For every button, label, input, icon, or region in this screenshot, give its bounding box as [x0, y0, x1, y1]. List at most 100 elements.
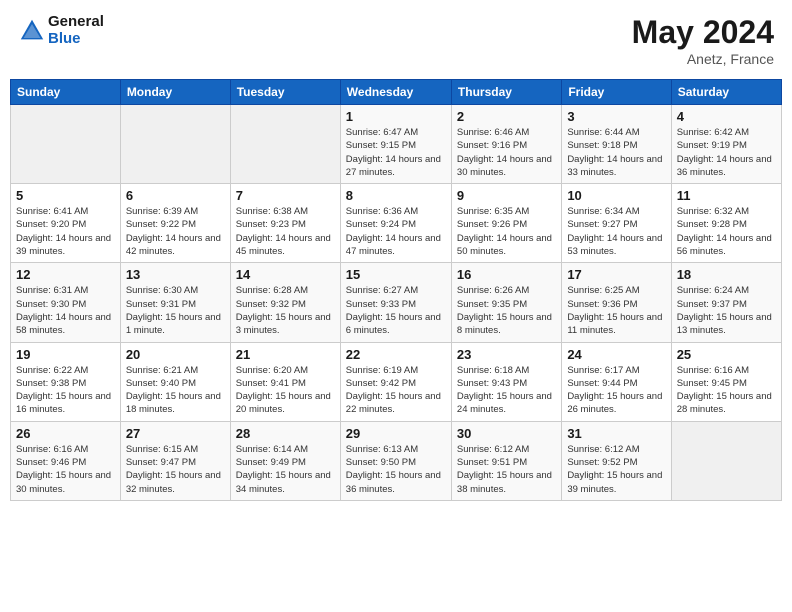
page-header: General Blue May 2024 Anetz, France [10, 10, 782, 71]
day-number: 29 [346, 426, 446, 441]
day-number: 3 [567, 109, 665, 124]
weekday-header-row: SundayMondayTuesdayWednesdayThursdayFrid… [11, 80, 782, 105]
day-info: Sunrise: 6:36 AMSunset: 9:24 PMDaylight:… [346, 205, 446, 258]
day-info: Sunrise: 6:17 AMSunset: 9:44 PMDaylight:… [567, 364, 665, 417]
day-number: 23 [457, 347, 556, 362]
day-info: Sunrise: 6:19 AMSunset: 9:42 PMDaylight:… [346, 364, 446, 417]
day-info: Sunrise: 6:12 AMSunset: 9:51 PMDaylight:… [457, 443, 556, 496]
day-number: 18 [677, 267, 776, 282]
calendar-cell: 17 Sunrise: 6:25 AMSunset: 9:36 PMDayligh… [562, 263, 671, 342]
day-info: Sunrise: 6:31 AMSunset: 9:30 PMDaylight:… [16, 284, 115, 337]
day-number: 20 [126, 347, 225, 362]
calendar-cell: 30Sunrise: 6:12 AMSunset: 9:51 PMDayligh… [451, 421, 561, 500]
day-number: 8 [346, 188, 446, 203]
day-number: 2 [457, 109, 556, 124]
day-info: Sunrise: 6:39 AMSunset: 9:22 PMDaylight:… [126, 205, 225, 258]
day-number: 19 [16, 347, 115, 362]
calendar-cell [120, 105, 230, 184]
logo-icon [18, 17, 46, 45]
calendar-cell: 9 Sunrise: 6:35 AMSunset: 9:26 PMDaylight… [451, 184, 561, 263]
day-info: Sunrise: 6:34 AMSunset: 9:27 PMDaylight:… [567, 205, 665, 258]
day-info: Sunrise: 6:27 AMSunset: 9:33 PMDaylight:… [346, 284, 446, 337]
weekday-header: Tuesday [230, 80, 340, 105]
calendar-cell: 2 Sunrise: 6:46 AMSunset: 9:16 PMDaylight… [451, 105, 561, 184]
calendar-cell: 25 Sunrise: 6:16 AMSunset: 9:45 PMDayligh… [671, 342, 781, 421]
day-info: Sunrise: 6:16 AMSunset: 9:46 PMDaylight:… [16, 443, 115, 496]
day-number: 21 [236, 347, 335, 362]
calendar-week-row: 5Sunrise: 6:41 AMSunset: 9:20 PMDaylight… [11, 184, 782, 263]
day-info: Sunrise: 6:32 AMSunset: 9:28 PMDaylight:… [677, 205, 776, 258]
day-number: 9 [457, 188, 556, 203]
day-number: 12 [16, 267, 115, 282]
day-number: 17 [567, 267, 665, 282]
calendar-week-row: 19 Sunrise: 6:22 AMSunset: 9:38 PMDayligh… [11, 342, 782, 421]
day-info: Sunrise: 6:38 AMSunset: 9:23 PMDaylight:… [236, 205, 335, 258]
day-number: 6 [126, 188, 225, 203]
day-number: 28 [236, 426, 335, 441]
calendar-cell: 26Sunrise: 6:16 AMSunset: 9:46 PMDayligh… [11, 421, 121, 500]
day-info: Sunrise: 6:14 AMSunset: 9:49 PMDaylight:… [236, 443, 335, 496]
day-number: 27 [126, 426, 225, 441]
day-info: Sunrise: 6:28 AMSunset: 9:32 PMDaylight:… [236, 284, 335, 337]
day-number: 22 [346, 347, 446, 362]
day-info: Sunrise: 6:16 AMSunset: 9:45 PMDaylight:… [677, 364, 776, 417]
day-info: Sunrise: 6:21 AMSunset: 9:40 PMDaylight:… [126, 364, 225, 417]
calendar-cell: 5Sunrise: 6:41 AMSunset: 9:20 PMDaylight… [11, 184, 121, 263]
calendar-cell [11, 105, 121, 184]
weekday-header: Friday [562, 80, 671, 105]
day-number: 31 [567, 426, 665, 441]
calendar-week-row: 1 Sunrise: 6:47 AMSunset: 9:15 PMDaylight… [11, 105, 782, 184]
day-number: 1 [346, 109, 446, 124]
day-number: 25 [677, 347, 776, 362]
calendar-cell: 14 Sunrise: 6:28 AMSunset: 9:32 PMDayligh… [230, 263, 340, 342]
day-info: Sunrise: 6:15 AMSunset: 9:47 PMDaylight:… [126, 443, 225, 496]
calendar-cell: 6 Sunrise: 6:39 AMSunset: 9:22 PMDaylight… [120, 184, 230, 263]
day-info: Sunrise: 6:47 AMSunset: 9:15 PMDaylight:… [346, 126, 446, 179]
day-info: Sunrise: 6:35 AMSunset: 9:26 PMDaylight:… [457, 205, 556, 258]
day-info: Sunrise: 6:30 AMSunset: 9:31 PMDaylight:… [126, 284, 225, 337]
calendar-cell: 20 Sunrise: 6:21 AMSunset: 9:40 PMDayligh… [120, 342, 230, 421]
weekday-header: Sunday [11, 80, 121, 105]
day-info: Sunrise: 6:13 AMSunset: 9:50 PMDaylight:… [346, 443, 446, 496]
day-number: 5 [16, 188, 115, 203]
calendar-cell: 24Sunrise: 6:17 AMSunset: 9:44 PMDayligh… [562, 342, 671, 421]
title-block: May 2024 Anetz, France [632, 14, 774, 67]
weekday-header: Wednesday [340, 80, 451, 105]
month-year-title: May 2024 [632, 14, 774, 51]
calendar-cell: 27 Sunrise: 6:15 AMSunset: 9:47 PMDayligh… [120, 421, 230, 500]
day-info: Sunrise: 6:42 AMSunset: 9:19 PMDaylight:… [677, 126, 776, 179]
calendar-cell: 18Sunrise: 6:24 AMSunset: 9:37 PMDayligh… [671, 263, 781, 342]
calendar-cell: 7Sunrise: 6:38 AMSunset: 9:23 PMDaylight… [230, 184, 340, 263]
calendar-cell: 22 Sunrise: 6:19 AMSunset: 9:42 PMDayligh… [340, 342, 451, 421]
day-info: Sunrise: 6:44 AMSunset: 9:18 PMDaylight:… [567, 126, 665, 179]
calendar-cell: 19 Sunrise: 6:22 AMSunset: 9:38 PMDayligh… [11, 342, 121, 421]
day-number: 15 [346, 267, 446, 282]
calendar-cell: 8 Sunrise: 6:36 AMSunset: 9:24 PMDaylight… [340, 184, 451, 263]
calendar-cell [230, 105, 340, 184]
weekday-header: Monday [120, 80, 230, 105]
day-info: Sunrise: 6:26 AMSunset: 9:35 PMDaylight:… [457, 284, 556, 337]
location-label: Anetz, France [632, 51, 774, 67]
day-info: Sunrise: 6:18 AMSunset: 9:43 PMDaylight:… [457, 364, 556, 417]
day-info: Sunrise: 6:46 AMSunset: 9:16 PMDaylight:… [457, 126, 556, 179]
calendar-cell: 12 Sunrise: 6:31 AMSunset: 9:30 PMDayligh… [11, 263, 121, 342]
day-info: Sunrise: 6:20 AMSunset: 9:41 PMDaylight:… [236, 364, 335, 417]
day-number: 14 [236, 267, 335, 282]
calendar-cell: 16Sunrise: 6:26 AMSunset: 9:35 PMDayligh… [451, 263, 561, 342]
weekday-header: Thursday [451, 80, 561, 105]
weekday-header: Saturday [671, 80, 781, 105]
calendar-cell: 23 Sunrise: 6:18 AMSunset: 9:43 PMDayligh… [451, 342, 561, 421]
calendar-week-row: 12 Sunrise: 6:31 AMSunset: 9:30 PMDayligh… [11, 263, 782, 342]
day-number: 10 [567, 188, 665, 203]
day-info: Sunrise: 6:22 AMSunset: 9:38 PMDaylight:… [16, 364, 115, 417]
calendar-cell: 3 Sunrise: 6:44 AMSunset: 9:18 PMDaylight… [562, 105, 671, 184]
calendar-cell: 15 Sunrise: 6:27 AMSunset: 9:33 PMDayligh… [340, 263, 451, 342]
logo-text-line1: General [48, 14, 104, 31]
logo-text-line2: Blue [48, 31, 104, 48]
calendar-cell: 13Sunrise: 6:30 AMSunset: 9:31 PMDayligh… [120, 263, 230, 342]
calendar-cell: 21 Sunrise: 6:20 AMSunset: 9:41 PMDayligh… [230, 342, 340, 421]
day-info: Sunrise: 6:12 AMSunset: 9:52 PMDaylight:… [567, 443, 665, 496]
day-info: Sunrise: 6:25 AMSunset: 9:36 PMDaylight:… [567, 284, 665, 337]
calendar-cell: 29 Sunrise: 6:13 AMSunset: 9:50 PMDayligh… [340, 421, 451, 500]
calendar-cell: 1 Sunrise: 6:47 AMSunset: 9:15 PMDaylight… [340, 105, 451, 184]
